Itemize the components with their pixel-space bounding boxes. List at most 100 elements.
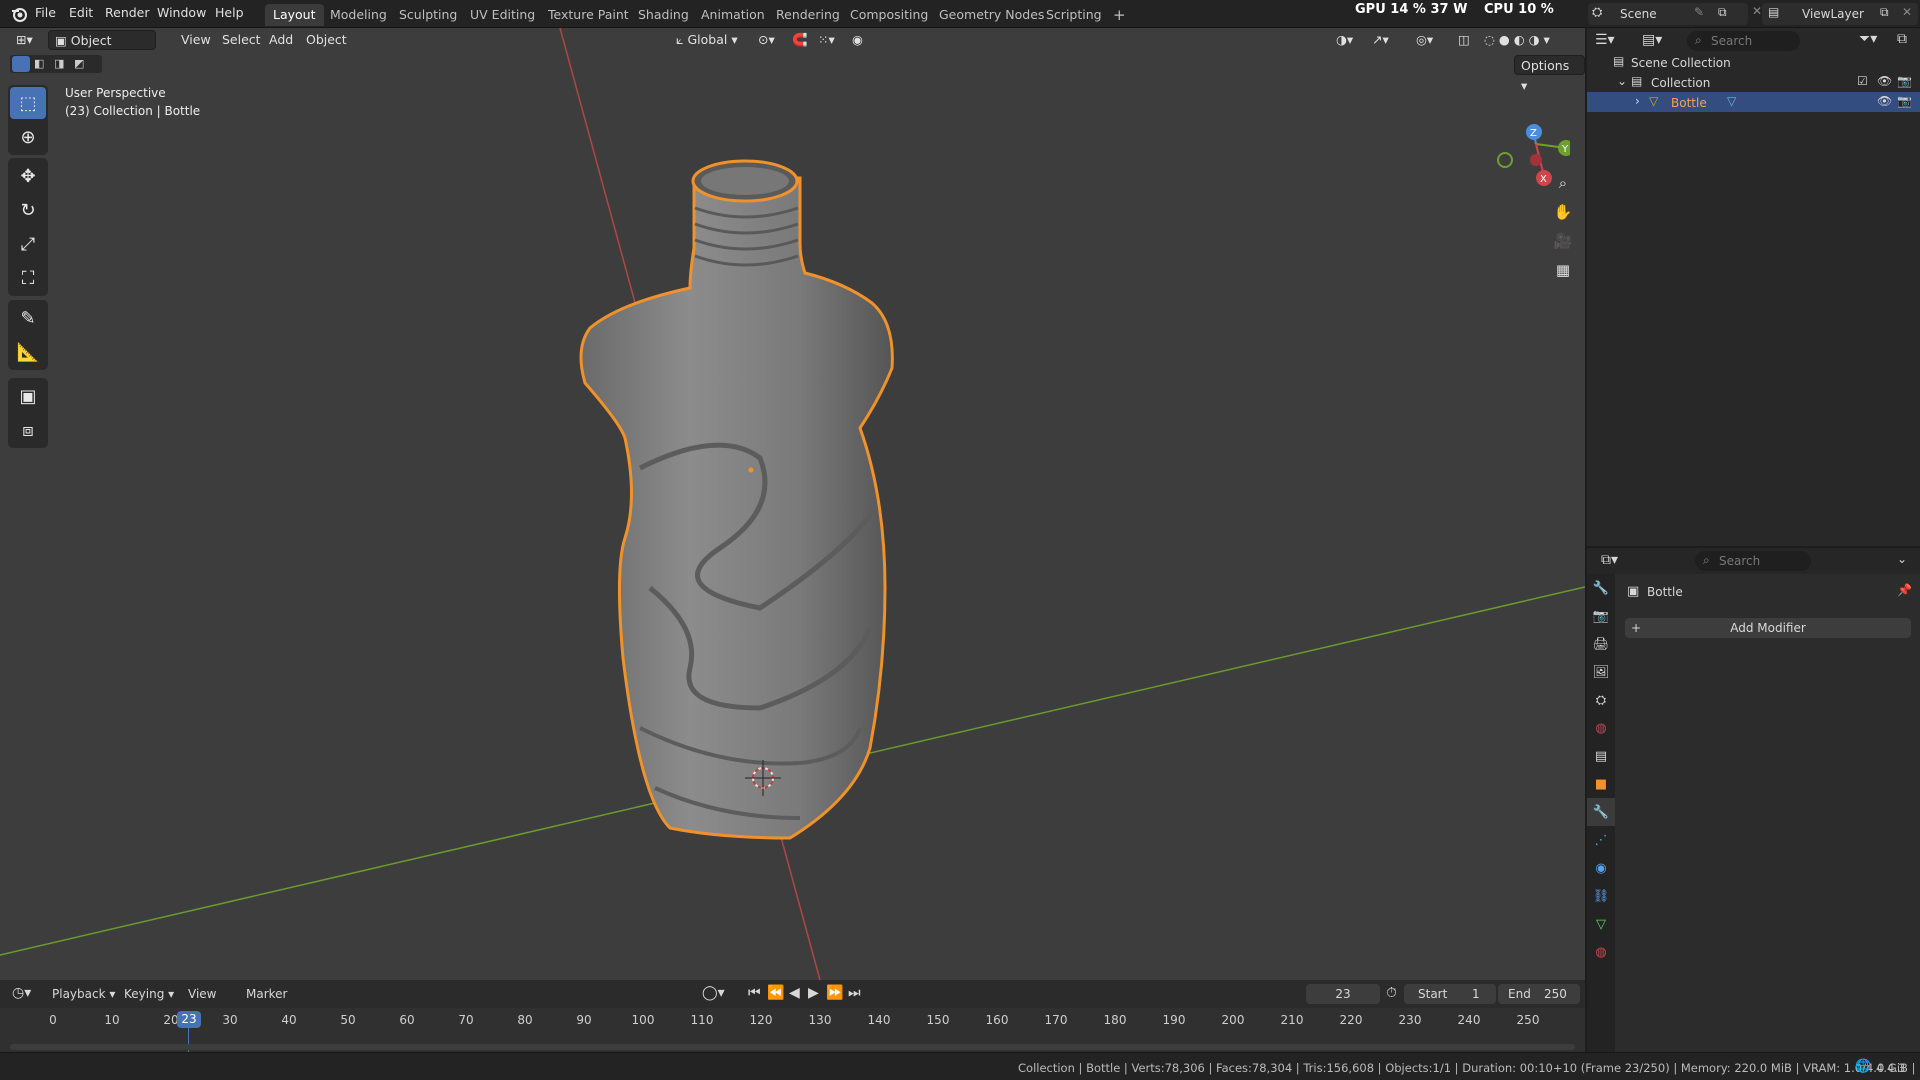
menu-file[interactable]: File [35,5,56,20]
remove-view-layer-icon[interactable]: ✕ [1902,5,1912,19]
tab-compositing[interactable]: Compositing [842,4,936,26]
data-tab-icon[interactable]: ▽ [1587,910,1615,938]
menu-edit[interactable]: Edit [69,5,93,20]
transform-tool[interactable]: ⛶ [10,262,46,294]
outliner-search[interactable]: ⌕ Search [1687,31,1800,51]
properties-editor-icon[interactable]: ⧉▾ [1601,552,1618,568]
scene-selector[interactable]: ⛭ Scene ✎ ⧉ [1588,3,1748,25]
tab-shading[interactable]: Shading [630,4,697,26]
properties-options-icon[interactable]: ⌄ [1897,552,1907,566]
add-cube-tool[interactable]: ▣ [10,380,46,412]
tab-uv-editing[interactable]: UV Editing [462,4,543,26]
measure-tool[interactable]: 📐 [10,336,46,368]
world-tab-icon[interactable]: ◍ [1587,714,1615,742]
select-subtract-icon[interactable]: ◨ [54,57,64,70]
menu-help[interactable]: Help [215,5,244,20]
current-frame-field[interactable]: 23 [1306,984,1380,1004]
menu-view[interactable]: View [175,30,217,50]
move-tool[interactable]: ✥ [10,160,46,192]
outliner-editor-icon[interactable]: ☰▾ [1595,32,1615,48]
timeline-scrollbar[interactable] [10,1044,1575,1050]
collection-tab-icon[interactable]: ▤ [1587,742,1615,770]
view-layer-tab-icon[interactable]: 🖼 [1587,658,1615,686]
visibility-icon[interactable]: ◑▾ [1330,30,1359,50]
tab-layout[interactable]: Layout [265,4,324,26]
tab-animation[interactable]: Animation [693,4,773,26]
scene-tab-icon[interactable]: ⛭ [1587,686,1615,714]
timer-icon[interactable]: ⏱ [1386,985,1397,1001]
3d-viewport[interactable]: User Perspective (23) Collection | Bottl… [0,28,1585,980]
select-new-icon[interactable] [12,56,30,72]
rotate-tool[interactable]: ↻ [10,194,46,226]
tool-tab-icon[interactable]: 🔧 [1587,574,1615,602]
timeline-marker-menu[interactable]: Marker [246,987,287,1001]
exclude-checkbox-icon[interactable]: ☑ [1857,74,1868,88]
timeline-editor-icon[interactable]: ◷▾ [12,985,31,1001]
constraints-tab-icon[interactable]: ⛓ [1587,882,1615,910]
object-tab-icon[interactable]: ■ [1587,770,1615,798]
new-collection-icon[interactable]: ⧉ [1897,31,1907,47]
remove-scene-icon[interactable]: ✕ [1752,4,1762,18]
camera-view-icon[interactable]: 🎥 [1550,228,1576,254]
mesh-data-icon[interactable]: ▽ [1727,94,1736,108]
view-layer-selector[interactable]: ▤ ViewLayer ⧉ ✕ [1762,3,1918,25]
prev-keyframe-icon[interactable]: ⏪ [767,985,784,1001]
physics-tab-icon[interactable]: ◉ [1587,854,1615,882]
menu-object[interactable]: Object [300,30,353,50]
menu-select[interactable]: Select [216,30,267,50]
start-frame-field[interactable]: Start 1 [1404,984,1496,1004]
editor-type-icon[interactable]: ⊞▾ [10,30,39,50]
proportional-edit-icon[interactable]: ◉ [846,30,869,50]
display-mode-icon[interactable]: ▤▾ [1642,32,1662,48]
visibility-eye-icon[interactable]: 👁 [1877,94,1892,108]
scale-tool[interactable]: ⤢ [10,228,46,260]
menu-window[interactable]: Window [157,5,206,20]
tab-rendering[interactable]: Rendering [768,4,848,26]
pin-icon[interactable]: 📌 [1897,583,1912,597]
cursor-tool[interactable]: ⊕ [10,121,46,153]
properties-search[interactable]: ⌕ Search [1695,551,1811,571]
menu-render[interactable]: Render [105,5,150,20]
tab-sculpting[interactable]: Sculpting [391,4,465,26]
select-intersect-icon[interactable]: ◩ [74,57,84,70]
orientation-dropdown[interactable]: ⟀ Global ▾ [670,30,744,50]
options-dropdown[interactable]: Options ▾ [1514,55,1585,93]
auto-keying-icon[interactable]: ◯▾ [702,985,725,1001]
shading-modes[interactable]: ◌ ● ◐ ◑ ▾ [1478,30,1556,50]
network-icon[interactable]: 🌐 [1855,1059,1871,1074]
pin-icon[interactable]: ✎ [1694,5,1704,19]
tab-geometry-nodes[interactable]: Geometry Nodes [931,4,1052,26]
add-workspace-button[interactable]: + [1105,4,1134,26]
play-reverse-icon[interactable]: ◀ [789,985,800,1001]
gizmo-toggle-icon[interactable]: ↗▾ [1366,30,1395,50]
output-tab-icon[interactable]: 🖨 [1587,630,1615,658]
scene-collection-row[interactable]: ▤ Scene Collection [1587,52,1920,72]
bottle-row[interactable]: › ▽ Bottle ▽ 👁 📷 [1587,92,1920,112]
timeline-playback-menu[interactable]: Playback ▾ [52,987,115,1001]
annotate-tool[interactable]: ✎ [10,302,46,334]
jump-start-icon[interactable]: ⏮ [748,985,761,1001]
jump-end-icon[interactable]: ⏭ [848,985,861,1001]
collection-row[interactable]: ⌄ ▤ Collection ☑ 👁 📷 [1587,72,1920,92]
play-icon[interactable]: ▶ [808,985,819,1001]
render-camera-icon[interactable]: 📷 [1897,74,1912,88]
render-camera-icon[interactable]: 📷 [1897,94,1912,108]
selection-mode-buttons[interactable]: ◧ ◨ ◩ [10,55,102,73]
new-view-layer-icon[interactable]: ⧉ [1880,5,1889,20]
xray-icon[interactable]: ◫ [1452,30,1476,50]
add-modifier-button[interactable]: + Add Modifier [1625,618,1911,638]
tab-scripting[interactable]: Scripting [1038,4,1110,26]
timeline-view-menu[interactable]: View [188,987,216,1001]
particles-tab-icon[interactable]: ⋰ [1587,826,1615,854]
expand-chevron-icon[interactable]: › [1635,94,1640,108]
select-box-tool[interactable]: ⬚ [10,87,46,119]
extrude-tool[interactable]: ⧈ [10,414,46,446]
next-keyframe-icon[interactable]: ⏩ [826,985,843,1001]
object-mode-dropdown[interactable]: ▣ Object Mode ▾ [48,30,156,68]
pan-hand-icon[interactable]: ✋ [1550,199,1576,225]
tab-modeling[interactable]: Modeling [322,4,395,26]
end-frame-field[interactable]: End 250 [1498,984,1580,1004]
modifier-tab-icon[interactable]: 🔧 [1587,798,1615,826]
material-tab-icon[interactable]: ◍ [1587,938,1615,966]
render-tab-icon[interactable]: 📷 [1587,602,1615,630]
